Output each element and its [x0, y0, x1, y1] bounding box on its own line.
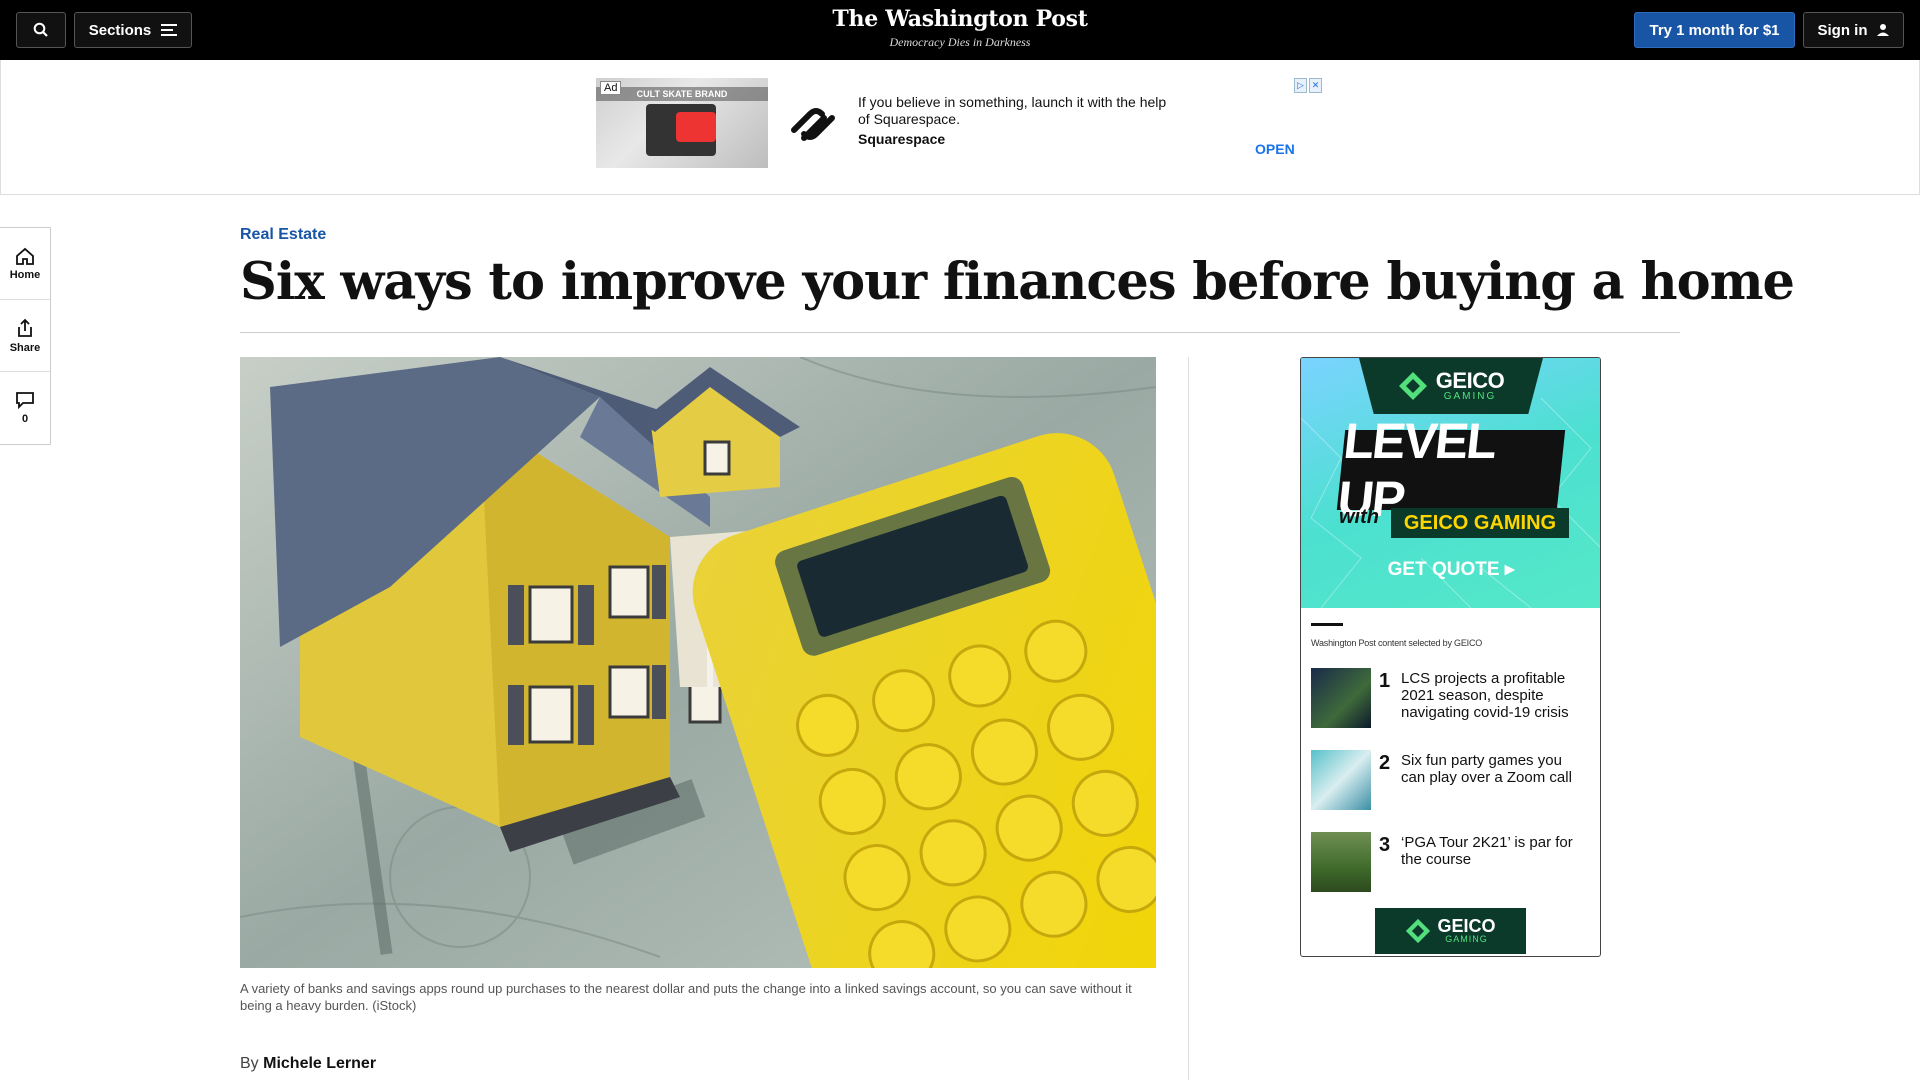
- sections-label: Sections: [88, 21, 152, 39]
- sign-in-label: Sign in: [1817, 21, 1868, 39]
- adchoices-icon[interactable]: ▷: [1294, 78, 1307, 93]
- get-quote-button[interactable]: GET QUOTE ▸: [1301, 558, 1600, 581]
- close-icon[interactable]: ✕: [1309, 78, 1322, 93]
- hero-illustration: [240, 357, 1156, 968]
- masthead-tagline: Democracy Dies in Darkness: [889, 35, 1031, 49]
- user-icon: [1876, 24, 1889, 36]
- comment-icon: [16, 392, 34, 409]
- hero-image[interactable]: [240, 357, 1156, 968]
- article-byline: By Michele Lerner: [240, 1055, 376, 1073]
- ad-content-label: Washington Post content selected by GEIC…: [1311, 638, 1483, 648]
- rail-comments-count: 0: [21, 413, 29, 425]
- geico-footer-logo[interactable]: GEICO GAMING: [1375, 908, 1526, 954]
- column-divider: [1188, 357, 1189, 1080]
- geico-badge-word: GEICO: [1435, 367, 1505, 393]
- search-icon: [33, 22, 48, 37]
- article-headline: Six ways to improve your finances before…: [240, 252, 1795, 312]
- headline-divider: [240, 332, 1680, 333]
- left-action-rail: Home Share 0: [0, 227, 51, 445]
- ad-item-number: 1: [1379, 670, 1391, 692]
- subscribe-button[interactable]: Try 1 month for $1: [1634, 12, 1795, 48]
- ad-item-number: 3: [1379, 834, 1391, 856]
- level-up-headline: LEVEL UP: [1335, 413, 1566, 527]
- ad-image-accent: [676, 112, 716, 142]
- with-text: with: [1339, 506, 1379, 528]
- geico-footer-sub: GAMING: [1445, 934, 1488, 944]
- ad-item-title[interactable]: LCS projects a profitable 2021 season, d…: [1401, 670, 1581, 721]
- ad-item-thumbnail: [1311, 668, 1371, 728]
- section-kicker-link[interactable]: Real Estate: [240, 226, 326, 244]
- banner-ad-open-button[interactable]: OPEN: [1255, 141, 1295, 157]
- ad-label: Ad: [600, 81, 622, 95]
- banner-ad-image[interactable]: CULT SKATE BRAND: [596, 78, 768, 168]
- ad-list-item[interactable]: 2 Six fun party games you can play over …: [1311, 750, 1591, 810]
- masthead-logo[interactable]: The Washington Post Democracy Dies in Da…: [760, 6, 1160, 50]
- banner-ad-text[interactable]: If you believe in something, launch it w…: [858, 94, 1178, 128]
- squarespace-logo-icon: [791, 108, 835, 141]
- geico-diamond-icon: [1398, 372, 1427, 400]
- geico-footer-word: GEICO: [1437, 916, 1496, 936]
- search-button[interactable]: [16, 12, 66, 48]
- ad-list-item[interactable]: 3 ‘PGA Tour 2K21’ is par for the course: [1311, 832, 1591, 892]
- ad-item-number: 2: [1379, 752, 1391, 774]
- share-icon: [18, 318, 32, 337]
- sign-in-button[interactable]: Sign in: [1803, 12, 1904, 48]
- ad-image-brand: CULT SKATE BRAND: [596, 87, 768, 101]
- ad-item-thumbnail: [1311, 750, 1371, 810]
- top-navigation-bar: Sections The Washington Post Democracy D…: [0, 0, 1920, 60]
- geico-gaming-strip: GEICO GAMING: [1391, 508, 1569, 538]
- ad-item-thumbnail: [1311, 832, 1371, 892]
- geico-badge-sub: GAMING: [1443, 390, 1497, 402]
- rail-home-button[interactable]: Home: [0, 228, 50, 300]
- geico-gaming-badge: GEICO GAMING: [1359, 358, 1543, 414]
- geico-ad-hero[interactable]: GEICO GAMING LEVEL UP with GEICO GAMING …: [1301, 358, 1600, 608]
- ad-item-title[interactable]: Six fun party games you can play over a …: [1401, 752, 1581, 786]
- menu-icon: [161, 24, 178, 36]
- ad-list-item[interactable]: 1 LCS projects a profitable 2021 season,…: [1311, 668, 1591, 728]
- masthead-name: The Washington Post: [832, 6, 1088, 32]
- hero-image-caption: A variety of banks and savings apps roun…: [240, 981, 1132, 1013]
- ad-choices[interactable]: ▷ ✕: [1294, 78, 1324, 93]
- ad-item-title[interactable]: ‘PGA Tour 2K21’ is par for the course: [1401, 834, 1581, 868]
- geico-diamond-icon: [1406, 918, 1431, 944]
- geico-side-ad[interactable]: GEICO GAMING LEVEL UP with GEICO GAMING …: [1300, 357, 1601, 957]
- home-icon: [16, 247, 34, 265]
- rail-share-label: Share: [9, 341, 41, 354]
- rail-share-button[interactable]: Share: [0, 300, 50, 372]
- rail-home-label: Home: [9, 268, 41, 281]
- banner-ad-sponsor[interactable]: Squarespace: [858, 131, 945, 147]
- author-link[interactable]: Michele Lerner: [263, 1055, 376, 1072]
- ad-section-divider: [1311, 623, 1343, 626]
- rail-comments-button[interactable]: 0: [0, 372, 50, 444]
- byline-prefix: By: [240, 1055, 259, 1072]
- sections-button[interactable]: Sections: [74, 12, 192, 48]
